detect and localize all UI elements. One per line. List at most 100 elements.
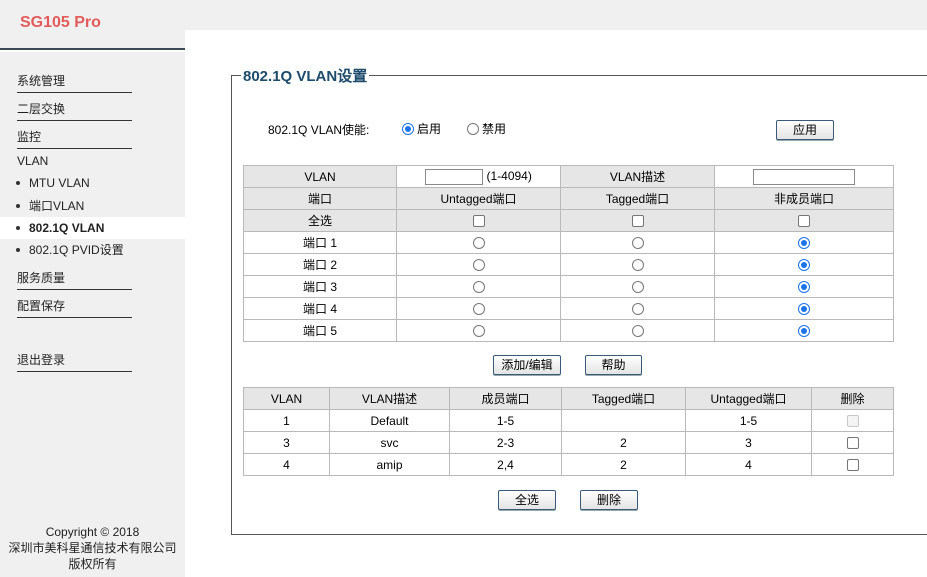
tagged-ports (561, 409, 686, 432)
delete-checkbox (846, 415, 859, 428)
page-title: 802.1Q VLAN设置 (241, 65, 370, 86)
port-name: 端口 2 (243, 253, 397, 276)
vlan-desc: svc (329, 431, 450, 454)
nonmember-cell (714, 253, 894, 276)
port5-nonmember-radio[interactable] (798, 325, 810, 338)
vlan-id: 3 (243, 431, 330, 454)
port1-tagged-radio[interactable] (631, 237, 644, 250)
sidebar-item-layer2[interactable]: 二层交换 (17, 100, 132, 121)
port2-untagged-radio[interactable] (472, 259, 485, 272)
sidebar-item-qos[interactable]: 服务质量 (17, 269, 132, 290)
copyright-line: Copyright © 2018 (45, 525, 140, 539)
sidebar-item-pvid[interactable]: 802.1Q PVID设置 (0, 239, 185, 261)
select-all-tagged-checkbox[interactable] (631, 215, 644, 228)
select-all-label: 全选 (243, 209, 397, 232)
rights-line: 版权所有 (68, 557, 117, 571)
vlan-id: 4 (243, 453, 330, 476)
port5-untagged-radio[interactable] (472, 325, 485, 338)
port4-nonmember-radio[interactable] (798, 303, 810, 316)
select-all-untagged-checkbox[interactable] (472, 215, 485, 228)
enable-off-option[interactable]: 禁用 (467, 120, 506, 137)
col-header-nonmember: 非成员端口 (714, 187, 894, 210)
list-header-members: 成员端口 (449, 387, 562, 410)
port2-nonmember-radio[interactable] (798, 259, 810, 272)
delete-cell (811, 453, 894, 476)
delete-checkbox[interactable] (846, 459, 859, 472)
port1-untagged-radio[interactable] (472, 237, 485, 250)
table-row: 1 Default 1-5 1-5 (243, 409, 894, 432)
brand-logo: SG105 Pro (20, 14, 101, 31)
port1-nonmember-radio[interactable] (798, 237, 810, 250)
sidebar-item-system[interactable]: 系统管理 (17, 72, 132, 93)
member-ports: 2,4 (449, 453, 562, 476)
vlan-id: 1 (243, 409, 330, 432)
port4-tagged-radio[interactable] (631, 303, 644, 316)
port2-tagged-radio[interactable] (631, 259, 644, 272)
tagged-ports: 2 (561, 431, 686, 454)
col-header-port: 端口 (243, 187, 397, 210)
help-button[interactable]: 帮助 (585, 355, 642, 375)
port5-tagged-radio[interactable] (631, 325, 644, 338)
select-all-tagged-cell (560, 209, 715, 232)
bullet-icon (16, 248, 20, 252)
untagged-ports: 3 (685, 431, 812, 454)
company-name: 深圳市美科星通信技术有限公司 (8, 541, 177, 555)
list-header-vlan: VLAN (243, 387, 330, 410)
vlan-enable-label: 802.1Q VLAN使能: (268, 123, 370, 137)
delete-checkbox[interactable] (846, 437, 859, 450)
copyright-footer: Copyright © 2018 深圳市美科星通信技术有限公司 版权所有 (0, 524, 185, 572)
list-header-delete: 删除 (811, 387, 894, 410)
sidebar-item-monitor[interactable]: 监控 (17, 128, 132, 149)
table-row: 4 amip 2,4 2 4 (243, 453, 894, 476)
untagged-ports: 4 (685, 453, 812, 476)
port3-untagged-radio[interactable] (472, 281, 485, 294)
tagged-cell (560, 297, 715, 320)
enable-on-label: 启用 (417, 122, 442, 136)
vlan-id-label: VLAN (243, 165, 397, 188)
port3-tagged-radio[interactable] (631, 281, 644, 294)
select-all-button[interactable]: 全选 (498, 490, 556, 510)
sidebar-item-label: 端口VLAN (29, 199, 85, 213)
port4-untagged-radio[interactable] (472, 303, 485, 316)
sidebar-item-label: 802.1Q VLAN (29, 221, 105, 235)
member-ports: 1-5 (449, 409, 562, 432)
tagged-ports: 2 (561, 453, 686, 476)
untagged-cell (396, 319, 561, 342)
table-row: 3 svc 2-3 2 3 (243, 431, 894, 454)
enable-on-radio[interactable] (402, 122, 414, 135)
port-row: 端口 4 (243, 297, 894, 320)
sidebar-item-8021q-vlan[interactable]: 802.1Q VLAN (0, 217, 185, 239)
member-ports: 2-3 (449, 431, 562, 454)
bullet-icon (16, 204, 20, 208)
select-all-nonmember-checkbox[interactable] (798, 215, 810, 228)
enable-on-option[interactable]: 启用 (402, 120, 441, 137)
nonmember-cell (714, 275, 894, 298)
vlan-desc-input[interactable] (753, 168, 855, 185)
enable-off-radio[interactable] (467, 122, 479, 135)
sidebar-item-mtu-vlan[interactable]: MTU VLAN (0, 172, 185, 194)
vlan-config-table: VLAN (1-4094) VLAN描述 端口 Untagged端口 Tagge… (243, 165, 894, 342)
add-edit-button[interactable]: 添加/编辑 (493, 355, 561, 375)
nonmember-cell (714, 231, 894, 254)
port3-nonmember-radio[interactable] (798, 281, 810, 294)
vlan-desc: amip (329, 453, 450, 476)
sidebar-item-label: 802.1Q PVID设置 (29, 243, 124, 257)
col-header-untagged: Untagged端口 (396, 187, 561, 210)
vlan-id-input[interactable] (425, 168, 484, 185)
sidebar-section-vlan[interactable]: VLAN (17, 154, 48, 168)
untagged-cell (396, 275, 561, 298)
tagged-cell (560, 319, 715, 342)
port-row: 端口 2 (243, 253, 894, 276)
sidebar-item-logout[interactable]: 退出登录 (17, 351, 132, 372)
apply-button[interactable]: 应用 (776, 120, 834, 140)
port-name: 端口 5 (243, 319, 397, 342)
delete-button[interactable]: 删除 (580, 490, 638, 510)
port-name: 端口 4 (243, 297, 397, 320)
port-name: 端口 3 (243, 275, 397, 298)
delete-cell (811, 431, 894, 454)
sidebar-item-port-vlan[interactable]: 端口VLAN (0, 195, 185, 217)
vlan-desc: Default (329, 409, 450, 432)
port-name: 端口 1 (243, 231, 397, 254)
tagged-cell (560, 275, 715, 298)
sidebar-item-save-config[interactable]: 配置保存 (17, 297, 132, 318)
